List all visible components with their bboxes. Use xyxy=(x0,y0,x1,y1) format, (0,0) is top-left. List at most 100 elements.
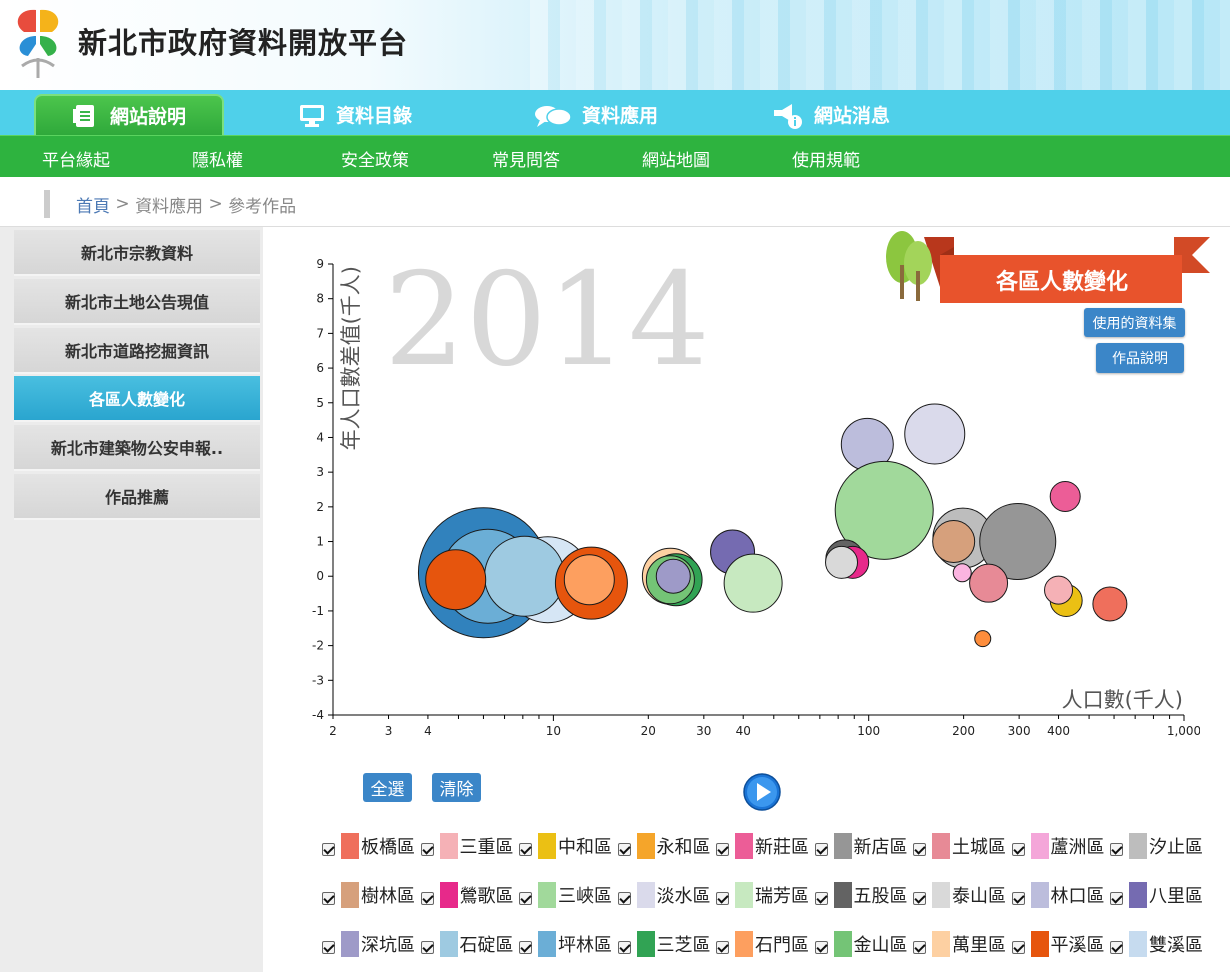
play-icon[interactable] xyxy=(743,773,781,811)
data-bubble xyxy=(932,520,976,564)
sub-nav-item-sitemap[interactable]: 網站地圖 xyxy=(642,146,710,171)
legend-checkbox[interactable] xyxy=(322,940,335,954)
legend-item[interactable]: 雙溪區 xyxy=(1110,930,1203,958)
legend-item[interactable]: 石碇區 xyxy=(420,930,514,958)
year-label: 2014 xyxy=(384,246,710,395)
legend-item[interactable]: 淡水區 xyxy=(617,881,711,909)
legend-checkbox[interactable] xyxy=(420,891,434,905)
legend-checkbox[interactable] xyxy=(519,891,532,905)
legend-item[interactable]: 深坑區 xyxy=(322,930,415,958)
legend-item[interactable]: 三芝區 xyxy=(617,930,711,958)
legend-item[interactable]: 板橋區 xyxy=(322,832,415,860)
main-nav-tab-label: 資料目錄 xyxy=(336,105,413,127)
legend-item[interactable]: 林口區 xyxy=(1011,881,1105,909)
legend-item[interactable]: 中和區 xyxy=(519,832,612,860)
legend-item[interactable]: 鶯歌區 xyxy=(420,881,514,909)
y-tick-label: 2 xyxy=(316,500,324,514)
main-nav-tab-site-news[interactable]: 網站消息 xyxy=(772,94,890,135)
main-nav-tab-label: 網站說明 xyxy=(109,106,186,128)
site-logo[interactable] xyxy=(8,2,68,82)
breadcrumb-section[interactable]: 資料應用 xyxy=(135,192,203,217)
description-button[interactable]: 作品說明 xyxy=(1096,343,1184,373)
legend-item[interactable]: 金山區 xyxy=(814,930,908,958)
legend-checkbox[interactable] xyxy=(1110,842,1123,856)
legend-item[interactable]: 土城區 xyxy=(913,832,1006,860)
legend-checkbox[interactable] xyxy=(1011,940,1025,954)
legend-swatch xyxy=(538,882,556,908)
sub-nav-item-platform-origin[interactable]: 平台緣起 xyxy=(42,146,110,171)
legend-checkbox[interactable] xyxy=(913,940,926,954)
site-title[interactable]: 新北市政府資料開放平台 xyxy=(78,20,408,62)
sidebar-item-building-safety[interactable]: 新北市建築物公安申報.. xyxy=(14,425,260,471)
legend-checkbox[interactable] xyxy=(617,842,631,856)
sub-nav-item-privacy[interactable]: 隱私權 xyxy=(192,146,243,171)
legend-item[interactable]: 萬里區 xyxy=(913,930,1006,958)
sidebar-item-religion-data[interactable]: 新北市宗教資料 xyxy=(14,230,260,276)
clear-button[interactable]: 清除 xyxy=(432,773,481,802)
legend-item[interactable]: 新店區 xyxy=(814,832,908,860)
legend-item[interactable]: 瑞芳區 xyxy=(716,881,809,909)
legend-item[interactable]: 新莊區 xyxy=(716,832,809,860)
legend-checkbox[interactable] xyxy=(913,842,926,856)
legend-checkbox[interactable] xyxy=(420,842,434,856)
legend-label: 八里區 xyxy=(1149,886,1203,907)
x-tick-label: 30 xyxy=(696,724,711,738)
chat-bubbles-icon xyxy=(534,102,572,128)
sidebar-item-land-value[interactable]: 新北市土地公告現值 xyxy=(14,279,260,325)
legend-item[interactable]: 永和區 xyxy=(617,832,711,860)
main-nav-tab-data-apps[interactable]: 資料應用 xyxy=(534,94,658,135)
breadcrumb-home[interactable]: 首頁 xyxy=(76,192,110,217)
data-bubble xyxy=(425,549,487,611)
select-all-button[interactable]: 全選 xyxy=(363,773,412,802)
y-tick-label: 6 xyxy=(316,361,324,375)
legend-swatch xyxy=(538,833,556,859)
legend-checkbox[interactable] xyxy=(716,940,729,954)
legend-item[interactable]: 汐止區 xyxy=(1110,832,1203,860)
legend-checkbox[interactable] xyxy=(913,891,926,905)
legend-swatch xyxy=(636,882,655,908)
legend-checkbox[interactable] xyxy=(519,842,532,856)
legend-item[interactable]: 樹林區 xyxy=(322,881,415,909)
legend-item[interactable]: 蘆洲區 xyxy=(1011,832,1105,860)
main-nav-tab-label: 網站消息 xyxy=(814,105,891,127)
sidebar-item-road-excavation[interactable]: 新北市道路挖掘資訊 xyxy=(14,328,260,374)
legend-checkbox[interactable] xyxy=(617,891,631,905)
legend-checkbox[interactable] xyxy=(814,891,828,905)
legend-checkbox[interactable] xyxy=(420,940,434,954)
legend-checkbox[interactable] xyxy=(1110,891,1123,905)
legend-checkbox[interactable] xyxy=(814,842,828,856)
sub-nav-item-security-policy[interactable]: 安全政策 xyxy=(341,146,409,171)
legend-checkbox[interactable] xyxy=(716,842,729,856)
data-bubble xyxy=(723,553,783,613)
legend-item[interactable]: 三重區 xyxy=(420,832,514,860)
legend-item[interactable]: 八里區 xyxy=(1110,881,1203,909)
legend-item[interactable]: 泰山區 xyxy=(913,881,1006,909)
document-icon xyxy=(72,103,100,129)
legend-item[interactable]: 石門區 xyxy=(716,930,809,958)
legend-checkbox[interactable] xyxy=(814,940,828,954)
legend-checkbox[interactable] xyxy=(716,891,729,905)
legend-checkbox[interactable] xyxy=(519,940,532,954)
sidebar-item-district-population[interactable]: 各區人數變化 xyxy=(14,376,260,422)
main-nav-tab-site-info[interactable]: 網站說明 xyxy=(34,94,224,135)
legend-checkbox[interactable] xyxy=(1011,842,1025,856)
dataset-button[interactable]: 使用的資料集 xyxy=(1084,308,1185,337)
x-tick-label: 40 xyxy=(736,724,751,738)
x-tick-label: 3 xyxy=(385,724,393,738)
legend-item[interactable]: 五股區 xyxy=(814,881,908,909)
legend-item[interactable]: 坪林區 xyxy=(519,930,612,958)
legend-checkbox[interactable] xyxy=(322,891,335,905)
sidebar: 新北市宗教資料 新北市土地公告現值 新北市道路挖掘資訊 各區人數變化 新北市建築… xyxy=(0,227,263,972)
legend-item[interactable]: 三峽區 xyxy=(519,881,612,909)
sub-nav-item-terms[interactable]: 使用規範 xyxy=(792,146,860,171)
legend-label: 金山區 xyxy=(853,935,908,956)
legend-label: 瑞芳區 xyxy=(755,886,809,907)
legend-checkbox[interactable] xyxy=(617,940,631,954)
legend-checkbox[interactable] xyxy=(1110,940,1123,954)
sidebar-item-recommended[interactable]: 作品推薦 xyxy=(14,474,260,520)
legend-checkbox[interactable] xyxy=(1011,891,1025,905)
legend-item[interactable]: 平溪區 xyxy=(1011,930,1105,958)
main-nav-tab-data-catalog[interactable]: 資料目錄 xyxy=(298,94,412,135)
sub-nav-item-faq[interactable]: 常見問答 xyxy=(492,146,560,171)
legend-checkbox[interactable] xyxy=(322,842,335,856)
